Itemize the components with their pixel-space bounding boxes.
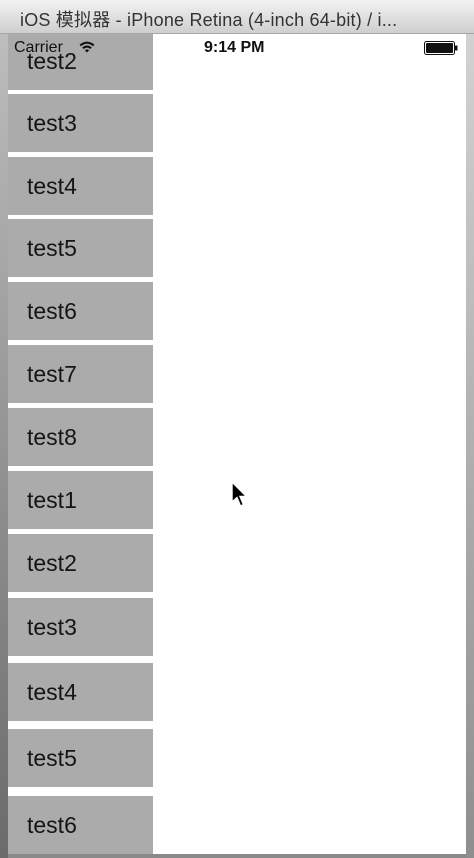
menu-item-label: test6 — [27, 297, 77, 324]
menu-item-label: test4 — [27, 172, 77, 199]
status-time: 9:14 PM — [204, 39, 265, 56]
menu-item[interactable]: test6 — [8, 282, 153, 340]
menu-item[interactable]: test2 — [8, 534, 153, 592]
menu-item[interactable]: test7 — [8, 345, 153, 403]
menu-item-label: test5 — [27, 744, 77, 771]
menu-item[interactable]: test5 — [8, 219, 153, 277]
mouse-pointer-icon — [231, 481, 249, 507]
iphone-screen[interactable]: Carrier 9:14 PM test2 test3 test4 test5 … — [8, 34, 466, 854]
menu-item-label: test3 — [27, 613, 77, 640]
host-desktop-right-edge — [466, 34, 474, 858]
menu-item-label: test4 — [27, 678, 77, 705]
menu-item-label: test5 — [27, 234, 77, 261]
menu-item[interactable]: test8 — [8, 408, 153, 466]
side-menu-list[interactable]: test2 test3 test4 test5 test6 test7 test… — [8, 34, 153, 854]
menu-item-label: test8 — [27, 423, 77, 450]
menu-item-label: test3 — [27, 109, 77, 136]
menu-item[interactable]: test1 — [8, 471, 153, 529]
menu-item-label: test2 — [27, 47, 77, 74]
menu-item[interactable]: test4 — [8, 157, 153, 215]
battery-icon — [424, 41, 458, 55]
menu-item[interactable]: test2 — [8, 34, 153, 90]
menu-item[interactable]: test4 — [8, 663, 153, 721]
host-desktop-left-edge — [0, 34, 8, 858]
menu-item-label: test7 — [27, 360, 77, 387]
menu-item[interactable]: test5 — [8, 729, 153, 787]
window-title: iOS 模拟器 - iPhone Retina (4-inch 64-bit) … — [20, 10, 398, 30]
window-titlebar[interactable]: iOS 模拟器 - iPhone Retina (4-inch 64-bit) … — [0, 0, 474, 34]
simulator-window: iOS 模拟器 - iPhone Retina (4-inch 64-bit) … — [0, 0, 474, 858]
menu-item[interactable]: test3 — [8, 94, 153, 152]
menu-item[interactable]: test6 — [8, 796, 153, 854]
menu-item-label: test6 — [27, 811, 77, 838]
menu-item-label: test2 — [27, 549, 77, 576]
menu-item[interactable]: test3 — [8, 598, 153, 656]
menu-item-label: test1 — [27, 486, 77, 513]
